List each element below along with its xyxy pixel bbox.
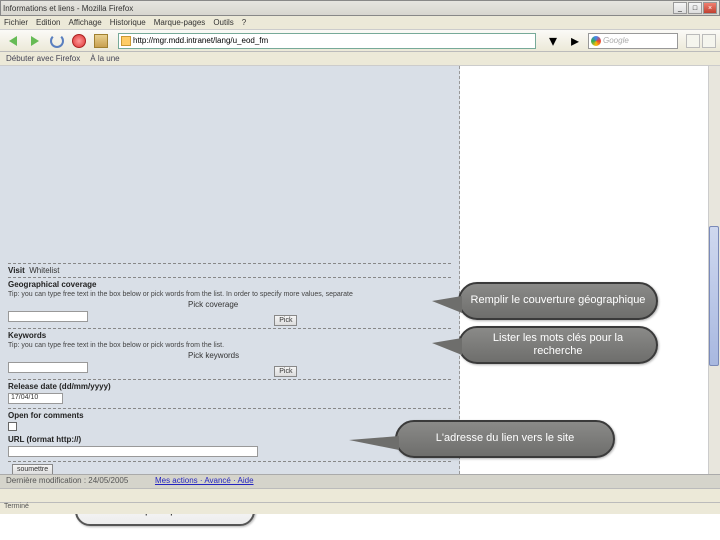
pick-coverage-button[interactable]: Pick bbox=[274, 315, 297, 326]
menu-item[interactable]: Edition bbox=[36, 18, 60, 27]
menu-item[interactable]: Historique bbox=[110, 18, 146, 27]
last-modified: Dernière modification : 24/05/2005 bbox=[6, 476, 128, 485]
stop-icon bbox=[72, 34, 86, 48]
visit-label: Visit bbox=[8, 266, 25, 275]
stop-button[interactable] bbox=[70, 32, 88, 50]
toolbar-extra-2[interactable] bbox=[702, 34, 716, 48]
callout-url: L'adresse du lien vers le site bbox=[395, 420, 615, 458]
url-text: http://mgr.mdd.intranet/lang/u_eod_fm bbox=[133, 36, 268, 45]
play-button[interactable]: ▸ bbox=[566, 32, 584, 50]
google-icon bbox=[591, 36, 601, 46]
url-bar[interactable]: http://mgr.mdd.intranet/lang/u_eod_fm bbox=[118, 33, 536, 49]
callout-keywords: Lister les mots clés pour la recherche bbox=[458, 326, 658, 364]
menu-item[interactable]: Marque-pages bbox=[154, 18, 206, 27]
open-comments-checkbox[interactable] bbox=[8, 422, 17, 431]
bookmark-link[interactable]: À la une bbox=[90, 54, 119, 63]
footer-links[interactable]: Mes actions · Avancé · Aide bbox=[155, 476, 254, 485]
nav-toolbar: http://mgr.mdd.intranet/lang/u_eod_fm ▾ … bbox=[0, 30, 720, 52]
minimize-button[interactable]: _ bbox=[673, 2, 687, 14]
toolbar-extra-1[interactable] bbox=[686, 34, 700, 48]
keywords-heading: Keywords bbox=[8, 331, 451, 340]
release-input[interactable]: 17/04/10 bbox=[8, 393, 63, 404]
release-label: Release date (dd/mm/yyyy) bbox=[8, 382, 451, 391]
pick-keywords-button[interactable]: Pick bbox=[274, 366, 297, 377]
pick-coverage-label: Pick coverage bbox=[188, 300, 238, 309]
close-button[interactable]: × bbox=[703, 2, 717, 14]
arrow-left-icon bbox=[9, 36, 17, 46]
scroll-thumb[interactable] bbox=[709, 226, 719, 366]
reload-icon bbox=[50, 34, 64, 48]
page-icon bbox=[121, 36, 131, 46]
reload-button[interactable] bbox=[48, 32, 66, 50]
arrow-right-icon bbox=[31, 36, 39, 46]
open-comments-label: Open for comments bbox=[8, 411, 451, 420]
page-content: Visit Whitelist Geographical coverage Ti… bbox=[0, 66, 720, 514]
back-button[interactable] bbox=[4, 32, 22, 50]
status-bar: Terminé bbox=[0, 502, 720, 514]
status-text: Terminé bbox=[4, 503, 29, 510]
search-placeholder: Google bbox=[603, 36, 629, 45]
geo-heading: Geographical coverage bbox=[8, 280, 451, 289]
vertical-scrollbar[interactable] bbox=[708, 66, 720, 514]
forward-button[interactable] bbox=[26, 32, 44, 50]
geo-tip: Tip: you can type free text in the box b… bbox=[8, 291, 451, 298]
search-box[interactable]: Google bbox=[588, 33, 678, 49]
keywords-tip: Tip: you can type free text in the box b… bbox=[8, 342, 451, 349]
bookmarks-bar: Débuter avec Firefox À la une bbox=[0, 52, 720, 66]
menu-item[interactable]: Outils bbox=[213, 18, 233, 27]
menu-item[interactable]: ? bbox=[242, 18, 246, 27]
visit-value: Whitelist bbox=[29, 266, 59, 275]
browser-footer-strip bbox=[0, 488, 720, 502]
url-input[interactable] bbox=[8, 446, 258, 457]
bookmark-link[interactable]: Débuter avec Firefox bbox=[6, 54, 80, 63]
home-button[interactable] bbox=[92, 32, 110, 50]
go-button[interactable]: ▾ bbox=[544, 32, 562, 50]
menu-bar: Fichier Edition Affichage Historique Mar… bbox=[0, 16, 720, 30]
pick-keywords-label: Pick keywords bbox=[188, 351, 239, 360]
callout-geo: Remplir le couverture géographique bbox=[458, 282, 658, 320]
window-title: Informations et liens - Mozilla Firefox bbox=[3, 4, 672, 13]
page-footer: Dernière modification : 24/05/2005 Mes a… bbox=[0, 474, 720, 488]
window-titlebar: Informations et liens - Mozilla Firefox … bbox=[0, 0, 720, 16]
home-icon bbox=[94, 34, 108, 48]
menu-item[interactable]: Affichage bbox=[68, 18, 101, 27]
maximize-button[interactable]: □ bbox=[688, 2, 702, 14]
coverage-input[interactable] bbox=[8, 311, 88, 322]
menu-item[interactable]: Fichier bbox=[4, 18, 28, 27]
keywords-input[interactable] bbox=[8, 362, 88, 373]
